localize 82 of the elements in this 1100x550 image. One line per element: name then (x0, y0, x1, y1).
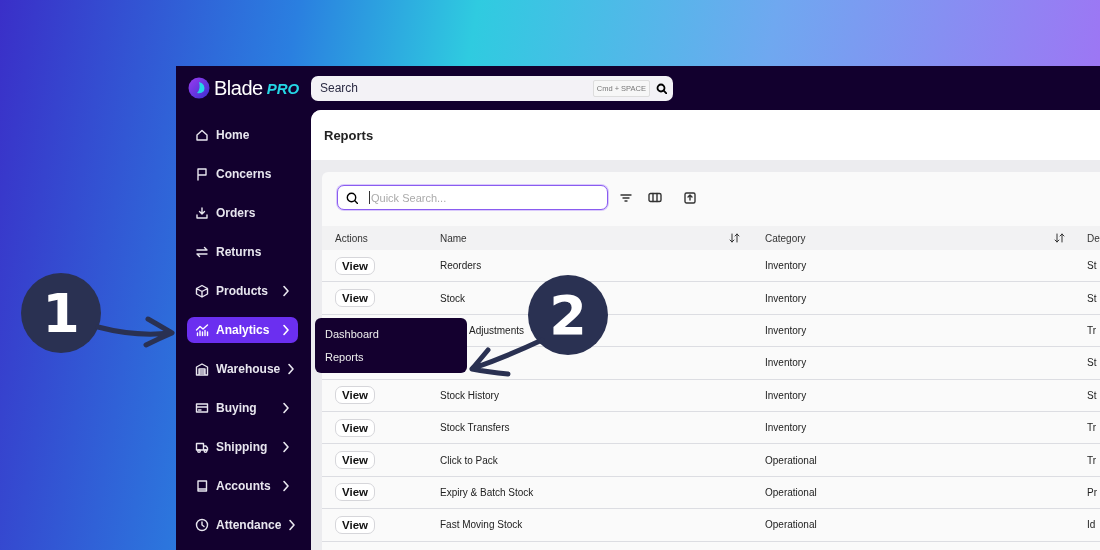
column-header[interactable]: Category (752, 226, 1077, 250)
table-cell: Stock History (440, 389, 499, 401)
sidebar-item[interactable]: Attendance (187, 512, 298, 538)
table-cell: Pr (1087, 486, 1097, 498)
view-button[interactable]: View (335, 418, 375, 437)
view-button[interactable]: View (335, 386, 375, 405)
sidebar-item[interactable]: Accounts (187, 473, 298, 499)
table-cell: Inventory (765, 422, 807, 434)
sidebar-item[interactable]: Returns (187, 239, 298, 265)
table-cell: Inventory (765, 324, 807, 336)
sidebar-item[interactable]: Home (187, 122, 298, 148)
table-cell: St (1087, 389, 1097, 401)
table-cell: Adjustments (469, 324, 525, 336)
table-cell: Inventory (765, 389, 807, 401)
export-icon[interactable] (684, 191, 696, 204)
flag-icon (195, 167, 209, 181)
clock-icon (195, 518, 209, 532)
sidebar-item[interactable]: Shipping (187, 434, 298, 460)
chevron-right-icon (282, 324, 290, 336)
table-cell: St (1087, 357, 1097, 369)
page-title: Reports (324, 127, 374, 143)
filter-icon[interactable] (620, 192, 632, 203)
swap-arrows-icon (195, 245, 209, 259)
logo-icon (188, 77, 210, 99)
table-cell: Inventory (765, 260, 807, 272)
table-cell: Tr (1087, 454, 1097, 466)
column-header: Actions (322, 226, 427, 250)
view-button[interactable]: View (335, 483, 375, 502)
chevron-right-icon (282, 480, 290, 492)
view-button[interactable]: View (335, 515, 375, 534)
column-header[interactable]: Name (427, 226, 752, 250)
sidebar-item[interactable]: Orders (187, 200, 298, 226)
sort-icon (729, 233, 740, 243)
view-button[interactable]: View (335, 451, 375, 470)
chevron-right-icon (282, 402, 290, 414)
menu-item[interactable]: Reports (325, 351, 467, 363)
truck-icon (195, 440, 209, 454)
table-cell: Stock (440, 292, 465, 304)
logo-suffix: PRO (266, 79, 300, 97)
warehouse-icon (195, 362, 209, 376)
search-icon (656, 82, 667, 94)
table-cell: Reorders (440, 260, 482, 272)
sidebar-item[interactable]: Products (187, 278, 298, 304)
logo-text: Blade (214, 76, 263, 100)
table-cell: Operational (765, 454, 817, 466)
view-button[interactable]: View (335, 256, 375, 275)
table-cell: Expiry & Batch Stock (440, 486, 534, 498)
table-cell: Operational (765, 519, 817, 531)
table-cell: Operational (765, 486, 817, 498)
sidebar-item[interactable]: Concerns (187, 161, 298, 187)
table-cell: St (1087, 260, 1097, 272)
chevron-right-icon (282, 441, 290, 453)
table-cell: Tr (1087, 324, 1097, 336)
table-cell: Inventory (765, 292, 807, 304)
step-badge: 1 (21, 273, 101, 353)
download-icon (195, 206, 209, 220)
chart-icon (195, 323, 209, 337)
card-icon (195, 401, 209, 415)
book-icon (195, 479, 209, 493)
table-cell: Tr (1087, 422, 1097, 434)
search-icon (346, 192, 358, 204)
table-cell: Inventory (765, 357, 807, 369)
column-header: De (1077, 226, 1100, 250)
sidebar-item[interactable]: Warehouse (187, 356, 298, 382)
menu-item[interactable]: Dashboard (325, 328, 467, 340)
table-cell: Fast Moving Stock (440, 519, 523, 531)
quick-search-field[interactable]: Quick Search... (337, 185, 608, 210)
table-cell: St (1087, 292, 1097, 304)
chevron-right-icon (282, 285, 290, 297)
chevron-right-icon (288, 519, 297, 531)
table-cell: Id (1087, 519, 1096, 531)
table-cell: Stock Transfers (440, 422, 510, 434)
table-cell: Click to Pack (440, 454, 498, 466)
cube-icon (195, 284, 209, 298)
sidebar-item[interactable]: Buying (187, 395, 298, 421)
sort-icon (1054, 233, 1065, 243)
text-cursor (369, 191, 370, 204)
view-button[interactable]: View (335, 289, 375, 308)
chevron-right-icon (287, 363, 296, 375)
home-icon (195, 128, 209, 142)
columns-icon[interactable] (648, 192, 662, 203)
sidebar-item[interactable]: Analytics (187, 317, 298, 343)
